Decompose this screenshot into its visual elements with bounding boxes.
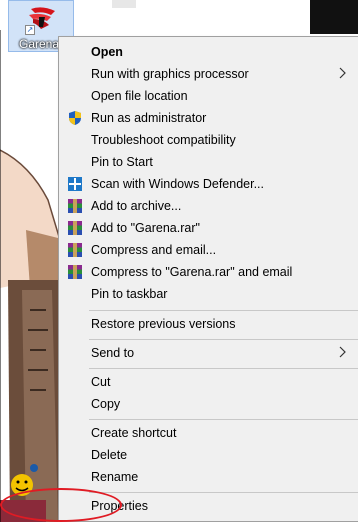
winrar-icon: [68, 265, 82, 279]
menu-item-rename[interactable]: Rename: [61, 466, 358, 488]
menu-item-label: Pin to taskbar: [91, 287, 168, 301]
menu-item-label: Add to archive...: [91, 199, 182, 213]
menu-item-label: Run as administrator: [91, 111, 207, 125]
menu-item-run-as-administrator[interactable]: Run as administrator: [61, 107, 358, 129]
desktop: ↗ Garena Open Run with graphics processo…: [0, 0, 358, 522]
menu-item-send-to[interactable]: Send to: [61, 342, 358, 364]
menu-item-pin-to-taskbar[interactable]: Pin to taskbar: [61, 283, 358, 305]
menu-item-label: Cut: [91, 375, 111, 389]
menu-item-label: Troubleshoot compatibility: [91, 133, 236, 147]
menu-item-label: Open file location: [91, 89, 188, 103]
menu-item-open-file-location[interactable]: Open file location: [61, 85, 358, 107]
shortcut-arrow-icon: ↗: [25, 25, 35, 35]
menu-item-label: Run with graphics processor: [91, 67, 249, 81]
winrar-icon: [68, 243, 82, 257]
menu-item-label: Pin to Start: [91, 155, 153, 169]
menu-item-create-shortcut[interactable]: Create shortcut: [61, 422, 358, 444]
menu-separator: [89, 368, 358, 369]
wallpaper-dark-area: [310, 0, 358, 34]
menu-item-label: Delete: [91, 448, 128, 462]
chevron-right-icon: [339, 67, 346, 79]
menu-separator: [89, 419, 358, 420]
menu-item-label: Restore previous versions: [91, 317, 236, 331]
desktop-icon-label: Garena: [19, 37, 60, 51]
menu-item-label: Open: [91, 45, 123, 59]
menu-item-label: Scan with Windows Defender...: [91, 177, 264, 191]
defender-icon: [68, 177, 82, 191]
menu-item-pin-to-start[interactable]: Pin to Start: [61, 151, 358, 173]
menu-item-add-to-garena-rar[interactable]: Add to "Garena.rar": [61, 217, 358, 239]
shield-icon: [69, 111, 81, 125]
menu-item-add-to-archive[interactable]: Add to archive...: [61, 195, 358, 217]
properties-highlight-ellipse: [0, 488, 122, 522]
menu-item-restore-previous-versions[interactable]: Restore previous versions: [61, 313, 358, 335]
menu-item-label: Create shortcut: [91, 426, 177, 440]
menu-item-run-with-graphics-processor[interactable]: Run with graphics processor: [61, 63, 358, 85]
wallpaper-grey-area: [112, 0, 136, 8]
winrar-icon: [68, 221, 82, 235]
menu-item-open[interactable]: Open: [61, 41, 358, 63]
menu-separator: [89, 310, 358, 311]
menu-item-label: Compress and email...: [91, 243, 217, 257]
winrar-icon: [68, 199, 82, 213]
menu-separator: [89, 339, 358, 340]
menu-item-scan-with-windows-defender[interactable]: Scan with Windows Defender...: [61, 173, 358, 195]
menu-item-label: Rename: [91, 470, 139, 484]
menu-item-label: Copy: [91, 397, 121, 411]
menu-item-troubleshoot-compatibility[interactable]: Troubleshoot compatibility: [61, 129, 358, 151]
menu-item-compress-and-email[interactable]: Compress and email...: [61, 239, 358, 261]
menu-item-label: Send to: [91, 346, 135, 360]
menu-item-delete[interactable]: Delete: [61, 444, 358, 466]
menu-item-label: Compress to "Garena.rar" and email: [91, 265, 293, 279]
menu-item-compress-to-garena-rar-and-email[interactable]: Compress to "Garena.rar" and email: [61, 261, 358, 283]
menu-item-cut[interactable]: Cut: [61, 371, 358, 393]
menu-item-label: Add to "Garena.rar": [91, 221, 200, 235]
chevron-right-icon: [339, 346, 346, 358]
menu-separator: [89, 492, 358, 493]
context-menu: Open Run with graphics processor Open fi…: [58, 36, 358, 522]
menu-item-copy[interactable]: Copy: [61, 393, 358, 415]
